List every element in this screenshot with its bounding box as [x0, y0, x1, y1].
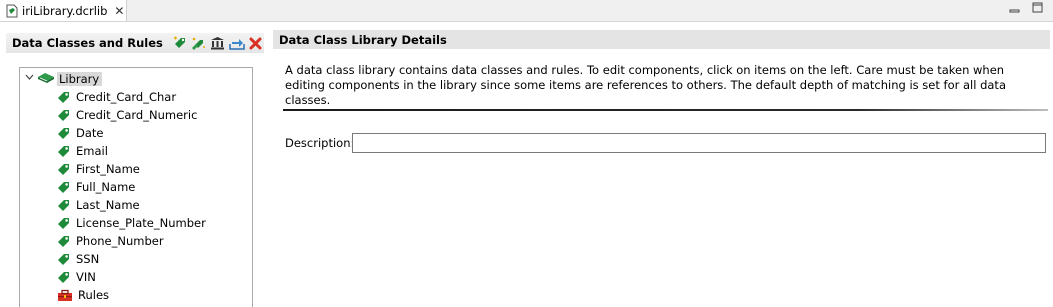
tag-icon	[57, 108, 71, 122]
library-tree[interactable]: Library Credit_Card_Char Credit_Card_Nume…	[19, 67, 253, 307]
tree-item-label: Rules	[78, 288, 110, 302]
tree-item-label: First_Name	[76, 162, 140, 176]
data-classes-panel: Data Classes and Rules Library Credit_Ca…	[6, 33, 264, 307]
section-divider	[283, 109, 1048, 111]
tree-item-label: Last_Name	[76, 198, 140, 212]
tree-item[interactable]: Credit_Card_Numeric	[57, 106, 197, 124]
tree-item[interactable]: SSN	[57, 250, 99, 268]
tag-icon	[57, 198, 71, 212]
data-classes-title: Data Classes and Rules	[12, 36, 163, 50]
tag-icon	[57, 144, 71, 158]
tag-icon	[57, 180, 71, 194]
library-books-icon	[37, 71, 55, 87]
minimize-view-icon[interactable]	[1009, 2, 1020, 15]
tree-item[interactable]: Last_Name	[57, 196, 140, 214]
tree-item-label: Credit_Card_Numeric	[76, 108, 198, 122]
details-title: Data Class Library Details	[279, 32, 447, 47]
tree-root-label: Library	[57, 71, 103, 86]
tag-icon	[57, 234, 71, 248]
tree-item[interactable]: First_Name	[57, 160, 140, 178]
tag-icon	[57, 270, 71, 284]
tree-item-label: Full_Name	[76, 180, 136, 194]
tree-item[interactable]: License_Plate_Number	[57, 214, 206, 232]
tree-item[interactable]: Full_Name	[57, 178, 135, 196]
tree-item[interactable]: Date	[57, 124, 104, 142]
editor-tab-strip: iriLibrary.dcrlib ✕	[0, 0, 1053, 22]
description-label: Description:	[285, 136, 355, 150]
tree-item[interactable]: Credit_Card_Char	[57, 88, 176, 106]
import-tray-icon	[229, 39, 245, 50]
editor-tab-title: iriLibrary.dcrlib	[22, 3, 108, 18]
add-rule-button[interactable]	[191, 34, 208, 52]
tree-item-label: Phone_Number	[76, 234, 164, 248]
editor-tab[interactable]: iriLibrary.dcrlib ✕	[0, 0, 127, 21]
tree-item-label: VIN	[76, 270, 96, 284]
delete-button[interactable]	[247, 34, 264, 52]
tree-item-label: Date	[76, 126, 104, 140]
close-tab-icon[interactable]: ✕	[114, 5, 124, 17]
tree-item[interactable]: VIN	[57, 268, 96, 286]
tree-item[interactable]: Rules	[57, 286, 109, 304]
tags-add-icon	[192, 37, 206, 50]
add-data-class-button[interactable]	[172, 34, 189, 52]
tag-icon	[57, 252, 71, 266]
maximize-view-icon[interactable]	[1032, 2, 1043, 15]
description-input[interactable]	[352, 133, 1046, 153]
tree-item-label: License_Plate_Number	[76, 216, 206, 230]
tree-item-label: Credit_Card_Char	[76, 90, 177, 104]
tag-icon	[57, 162, 71, 176]
import-button[interactable]	[228, 34, 245, 52]
red-x-delete-icon	[249, 37, 262, 49]
tag-icon	[57, 90, 71, 104]
library-building-icon	[211, 37, 225, 50]
tree-item-label: SSN	[76, 252, 100, 266]
library-button[interactable]	[210, 34, 227, 52]
tree-item-label: Email	[76, 144, 108, 158]
tree-root-library[interactable]: Library	[25, 70, 103, 87]
tree-item[interactable]: Email	[57, 142, 108, 160]
data-classes-header: Data Classes and Rules	[6, 33, 264, 53]
collapse-chevron-icon[interactable]	[25, 73, 37, 84]
details-header: Data Class Library Details	[273, 30, 1050, 49]
tree-item[interactable]: Phone_Number	[57, 232, 164, 250]
library-file-icon	[6, 4, 18, 18]
tag-icon	[57, 126, 71, 140]
details-description-text: A data class library contains data class…	[285, 63, 1006, 107]
toolbox-icon	[57, 289, 73, 302]
tag-add-icon	[174, 36, 186, 48]
tag-icon	[57, 216, 71, 230]
